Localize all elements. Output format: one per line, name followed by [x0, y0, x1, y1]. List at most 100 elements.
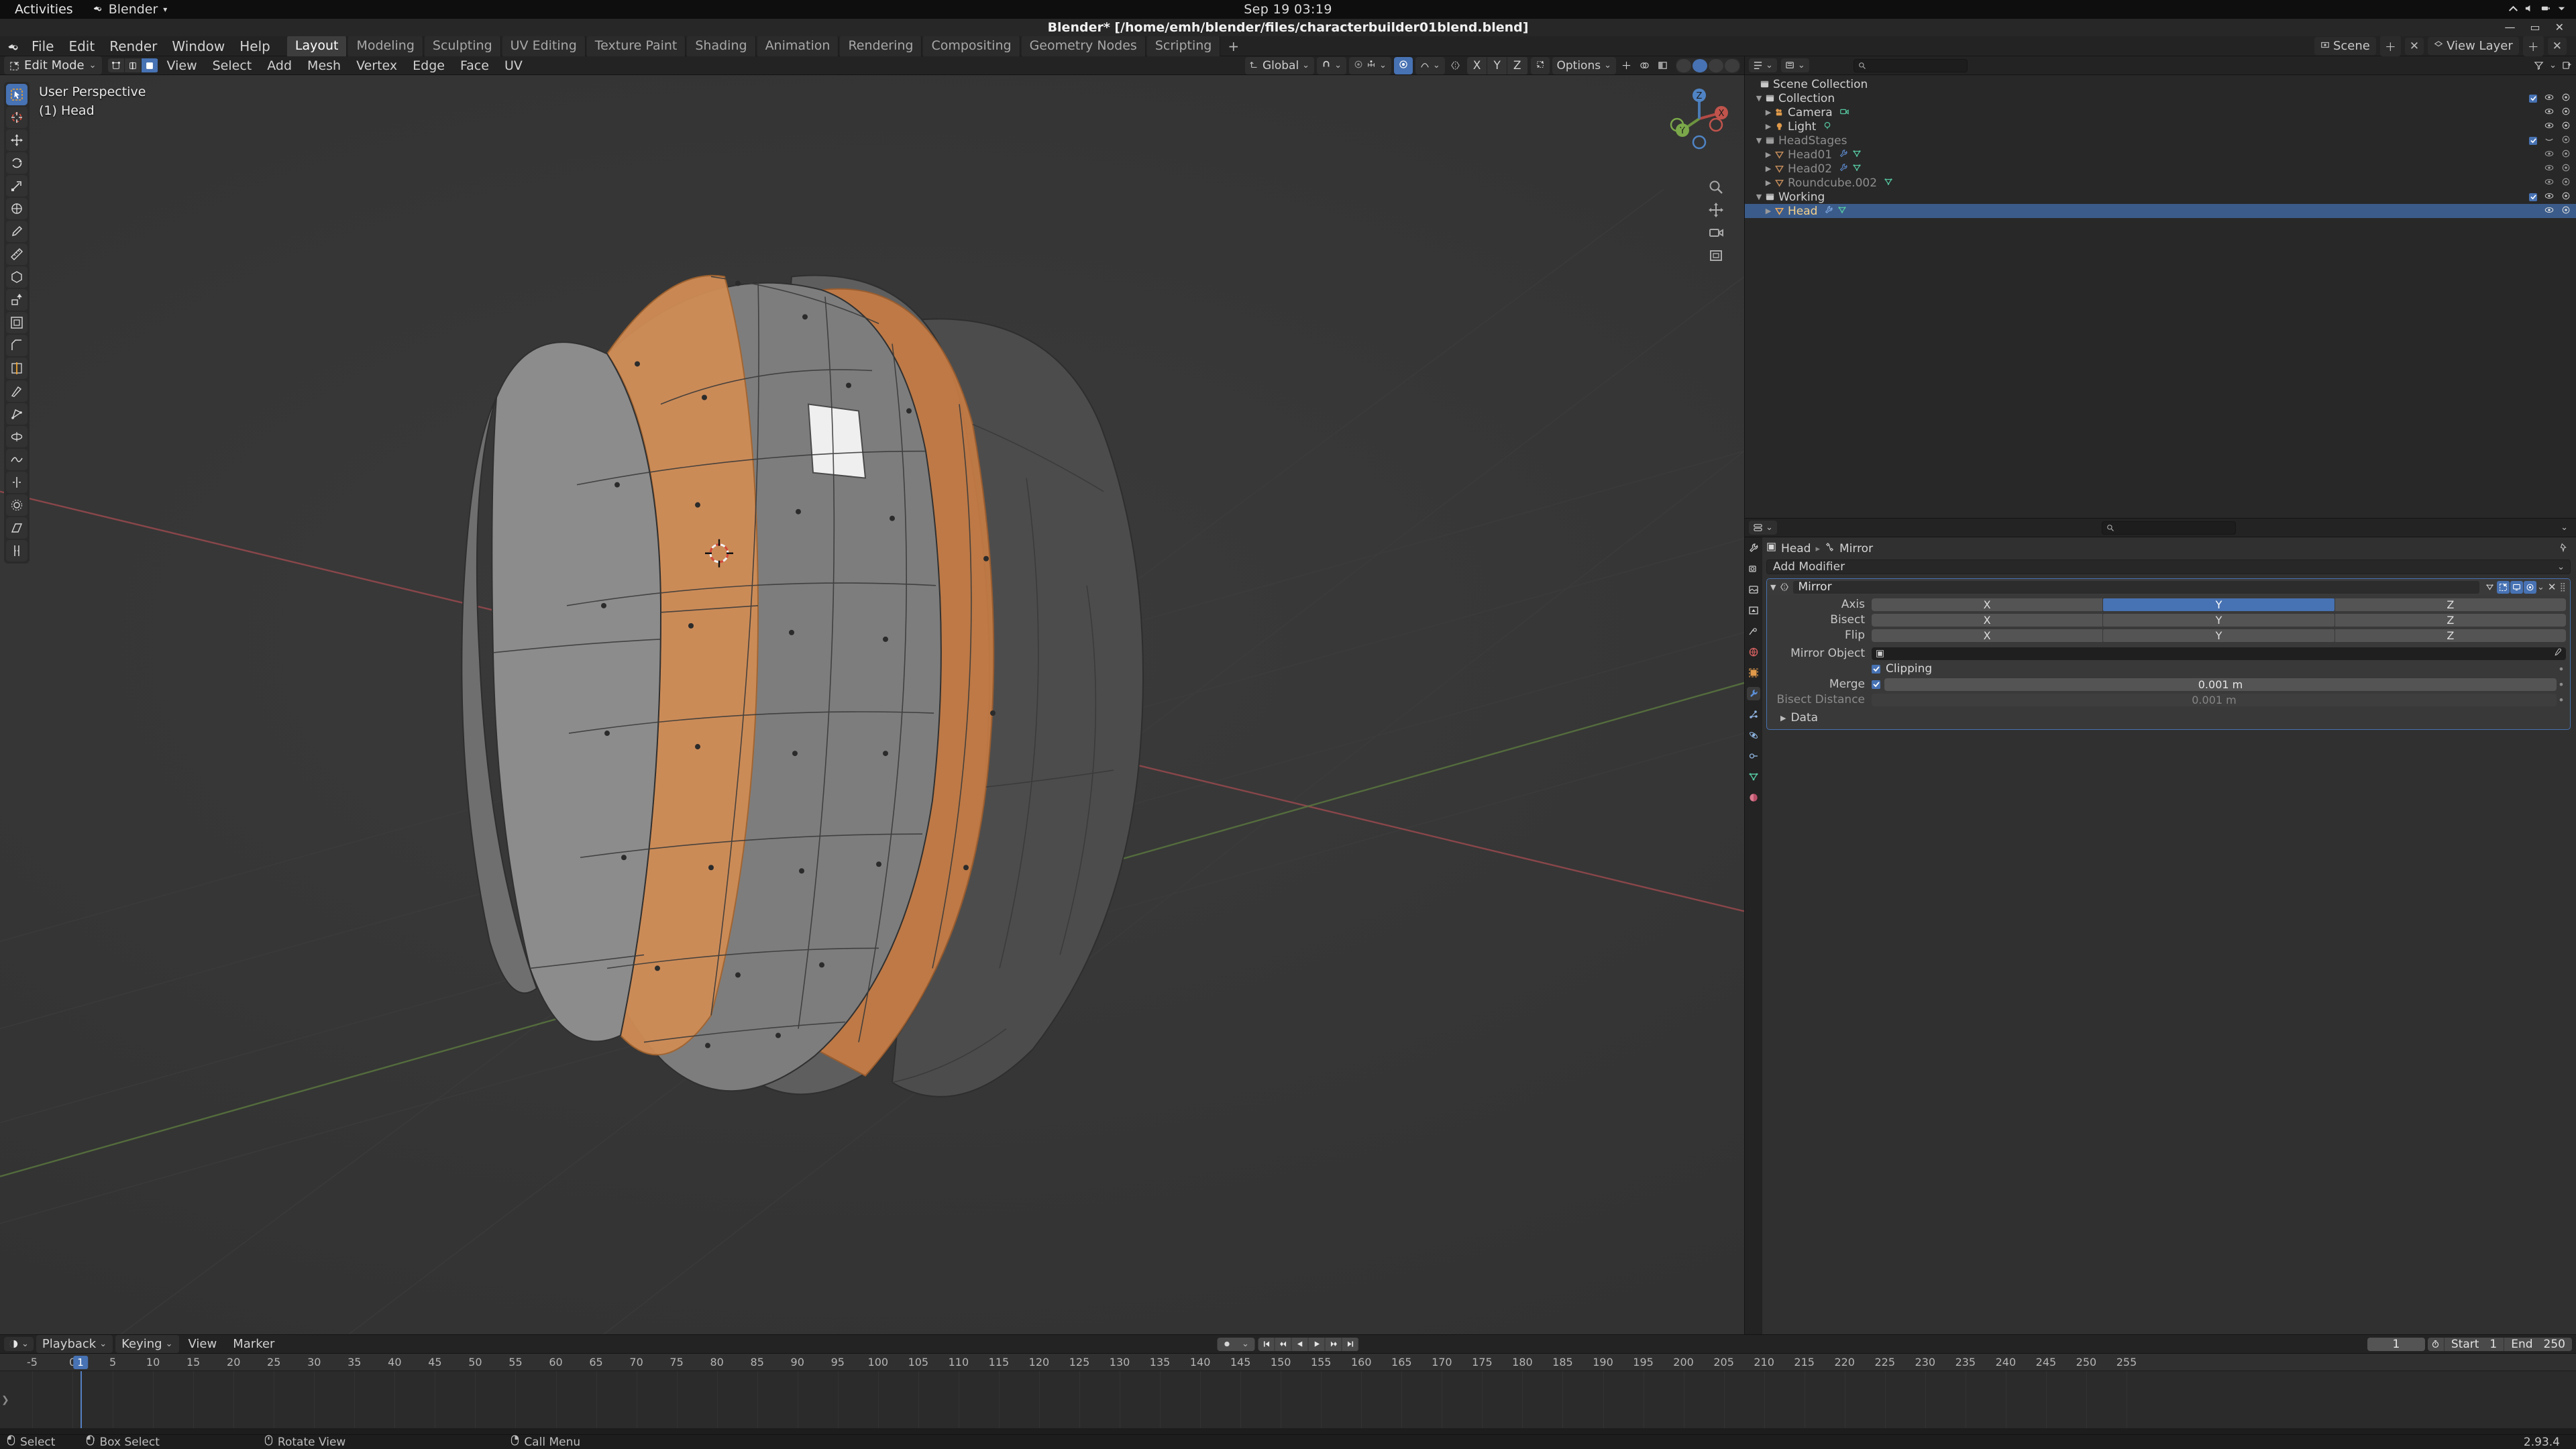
eye-icon[interactable]	[2544, 205, 2554, 218]
proportional-editing-enabled[interactable]	[1393, 56, 1413, 74]
object-tab[interactable]	[1747, 666, 1760, 680]
shear-tool[interactable]	[6, 517, 28, 539]
render-display-toggle[interactable]	[2523, 580, 2536, 594]
mesh-data-icon[interactable]	[1837, 205, 1847, 218]
eye-icon[interactable]	[2544, 162, 2554, 176]
output-tab[interactable]	[1747, 583, 1760, 596]
outliner-display-mode-button[interactable]: ⌄	[1780, 58, 1809, 72]
menu-file[interactable]: File	[24, 36, 61, 56]
axis-y-button[interactable]: Y	[2103, 598, 2334, 611]
light-data-icon[interactable]	[1823, 120, 1832, 133]
maximize-button[interactable]: ▭	[2530, 22, 2540, 33]
scene-tab[interactable]	[1747, 625, 1760, 638]
animate-property-dot[interactable]: •	[2557, 678, 2566, 691]
outliner-row-head01[interactable]: ▶ Head01	[1745, 148, 2576, 162]
cursor-tool[interactable]	[6, 107, 28, 128]
tab-geometry-nodes[interactable]: Geometry Nodes	[1021, 36, 1146, 56]
viewport-menu-add[interactable]: Add	[260, 56, 299, 75]
app-menu-blender[interactable]: Blender ▾	[85, 2, 174, 17]
proportional-connected-toggle[interactable]	[1530, 56, 1550, 74]
pin-icon[interactable]	[2559, 542, 2568, 555]
activities-button[interactable]: Activities	[0, 2, 85, 17]
remove-scene-button[interactable]: ✕	[2404, 37, 2424, 55]
options-dropdown[interactable]: Options ⌄	[1552, 56, 1616, 74]
mesh-data-icon[interactable]	[1852, 162, 1862, 176]
window-controls[interactable]: — ▭ ✕	[2504, 19, 2564, 36]
mirror-axis-z[interactable]: Z	[1507, 56, 1528, 74]
edge-slide-tool[interactable]	[6, 472, 28, 493]
transform-tool[interactable]	[6, 198, 28, 219]
viewport-menu-mesh[interactable]: Mesh	[301, 56, 347, 75]
close-button[interactable]: ✕	[2555, 22, 2564, 33]
smooth-tool[interactable]	[6, 449, 28, 470]
mesh-data-icon[interactable]	[1852, 148, 1862, 162]
pan-icon[interactable]	[1708, 202, 1724, 218]
auto-keyframe-button[interactable]	[1217, 1337, 1236, 1351]
mirror-x-icon[interactable]	[1448, 58, 1463, 74]
breadcrumb-object-label[interactable]: Head	[1781, 542, 1811, 555]
on-cage-toggle[interactable]	[2483, 580, 2496, 594]
realtime-display-toggle[interactable]	[2510, 580, 2523, 594]
end-frame-field[interactable]: End 250	[2504, 1337, 2572, 1351]
gnome-clock[interactable]: Sep 19 03:19	[1244, 2, 1332, 17]
modifier-name-field[interactable]: Mirror	[1793, 580, 2479, 594]
viewport-menu-edge[interactable]: Edge	[406, 56, 451, 75]
flip-x-button[interactable]: X	[1872, 629, 2103, 642]
tab-compositing[interactable]: Compositing	[923, 36, 1020, 56]
zoom-icon[interactable]	[1708, 179, 1724, 195]
menu-window[interactable]: Window	[164, 36, 232, 56]
bisect-z-button[interactable]: Z	[2334, 613, 2566, 627]
tab-rendering[interactable]: Rendering	[840, 36, 922, 56]
jump-to-start-button[interactable]	[1258, 1337, 1275, 1351]
proportional-editing-toggle[interactable]: ⌄	[1348, 56, 1391, 74]
drag-handle[interactable]: ⣿	[2559, 582, 2567, 592]
merge-checkbox[interactable]	[1872, 680, 1880, 689]
outliner-search-input[interactable]	[1853, 58, 1968, 72]
outliner-editor-type-button[interactable]: ⌄	[1749, 58, 1777, 72]
mirror-axis-x[interactable]: X	[1466, 56, 1488, 74]
add-workspace-button[interactable]: +	[1222, 36, 1245, 56]
timeline-menu-marker[interactable]: Marker	[226, 1335, 281, 1353]
properties-editor-type-button[interactable]: ⌄	[1749, 521, 1777, 535]
blender-logo-icon[interactable]	[4, 39, 21, 54]
modifier-icon[interactable]	[1839, 148, 1848, 162]
outliner-row-camera[interactable]: ▶ Camera	[1745, 105, 2576, 119]
viewport-menu-vertex[interactable]: Vertex	[350, 56, 404, 75]
viewport-menu-view[interactable]: View	[160, 56, 204, 75]
camera-render-icon[interactable]	[2561, 92, 2571, 105]
falloff-type-selector[interactable]: ⌄	[1415, 56, 1445, 74]
tweak-select-tool[interactable]	[6, 84, 28, 105]
data-subpanel[interactable]: ▶ Data	[1771, 708, 2566, 724]
camera-render-icon[interactable]	[2561, 106, 2571, 119]
bevel-tool[interactable]	[6, 335, 28, 356]
timeline-menu-keying[interactable]: Keying ⌄	[115, 1335, 179, 1353]
inset-faces-tool[interactable]	[6, 312, 28, 333]
mesh-data-icon[interactable]	[1884, 176, 1893, 190]
camera-data-icon[interactable]	[1839, 106, 1849, 119]
playhead-frame-badge[interactable]: 1	[73, 1356, 88, 1369]
camera-render-icon[interactable]	[2561, 191, 2571, 204]
spin-tool[interactable]	[6, 426, 28, 447]
timeline-track-area[interactable]: ❯	[0, 1371, 2576, 1428]
modifier-icon[interactable]	[1839, 162, 1848, 176]
outliner-row-collection[interactable]: ▼ Collection	[1745, 91, 2576, 105]
sidebar-toggle-arrow[interactable]: ❯	[1, 1395, 9, 1405]
material-tab[interactable]	[1747, 791, 1760, 804]
tab-modeling[interactable]: Modeling	[348, 36, 423, 56]
modifier-tab[interactable]	[1747, 687, 1760, 700]
disclosure-triangle[interactable]: ▼	[1754, 94, 1764, 103]
jump-to-end-button[interactable]	[1342, 1337, 1359, 1351]
constraints-tab[interactable]	[1747, 749, 1760, 763]
extrude-region-tool[interactable]	[6, 289, 28, 311]
camera-view-icon[interactable]	[1708, 225, 1724, 241]
filter-icon[interactable]	[2534, 58, 2544, 74]
toggle-perspective-icon[interactable]	[1708, 248, 1724, 264]
object-data-tab[interactable]	[1747, 770, 1760, 784]
tab-shading[interactable]: Shading	[687, 36, 756, 56]
rotate-tool[interactable]	[6, 152, 28, 174]
collection-enable-checkbox[interactable]	[2529, 94, 2537, 103]
tool-tab[interactable]	[1747, 541, 1760, 555]
world-tab[interactable]	[1747, 645, 1760, 659]
xray-toggle-icon[interactable]	[1655, 58, 1670, 74]
new-view-layer-button[interactable]: ＋	[2522, 36, 2544, 56]
